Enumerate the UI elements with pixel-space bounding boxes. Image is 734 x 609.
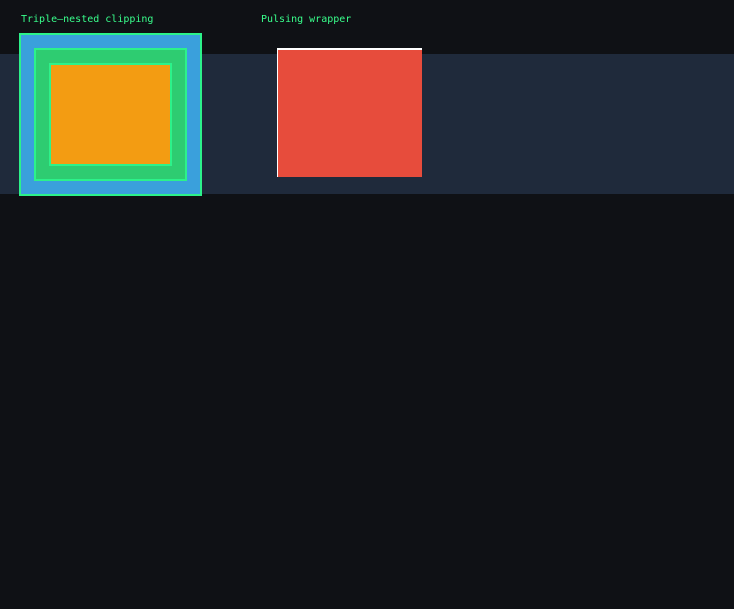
stage: Triple–nested clipping Pulsing wrapper: [0, 0, 734, 609]
pulsing-wrapper-box: [277, 48, 422, 177]
nested-clip-outer-box: [19, 33, 202, 196]
pulsing-wrapper-label: Pulsing wrapper: [261, 14, 352, 25]
nested-clip-inner-box: [49, 63, 172, 166]
nested-clip-middle-box: [34, 48, 187, 181]
nested-clipping-label: Triple–nested clipping: [21, 14, 154, 25]
